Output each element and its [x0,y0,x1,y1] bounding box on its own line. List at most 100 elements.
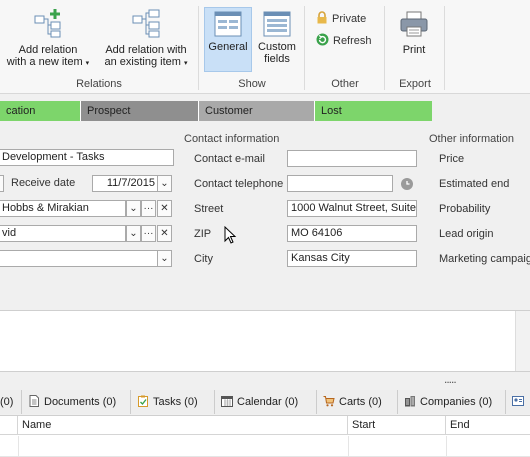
splitter-grip-icon[interactable]: ..... [444,373,457,385]
dropdown-arrow-icon: ▾ [85,60,90,67]
city-label: City [194,253,213,265]
tab-contacts-partial[interactable] [506,390,530,414]
tab-partial-label: (0) [0,396,14,408]
ribbon-separator [304,6,305,90]
contact-more-button[interactable]: ··· [141,225,156,242]
contact-telephone-label: Contact telephone [194,178,284,190]
ribbon-separator [198,6,199,90]
date-dropdown-button[interactable]: ⌄ [157,175,172,192]
private-button[interactable]: Private [316,11,366,25]
chevron-down-icon: ⌄ [129,228,138,239]
refresh-button[interactable]: Refresh [316,33,372,47]
stage-customer[interactable]: Customer [198,101,314,121]
grid-cell-divider [446,436,447,456]
select-dropdown-button[interactable]: ⌄ [157,250,172,267]
grid-cell-divider [18,436,19,456]
general-button[interactable]: General [204,7,252,72]
grid-header-start[interactable]: Start [348,416,446,435]
stage-qualification[interactable]: cation [0,101,80,121]
tab-carts-label: Carts (0) [339,396,382,408]
add-relation-existing-label-2-text: an existing item [104,56,181,68]
cart-icon [323,396,335,407]
contact-info-header: Contact information [184,133,280,145]
dropdown-arrow-icon: ▾ [183,60,188,67]
group-label-export: Export [399,78,431,90]
zip-input[interactable]: MO 64106 [287,225,417,242]
tab-partial[interactable]: (0) [0,390,22,414]
marketing-campaign-label: Marketing campaign [439,253,530,265]
document-icon [29,395,39,407]
contact-clear-button[interactable]: ✕ [157,225,172,242]
contact-person-input[interactable]: vid [0,225,126,242]
add-relation-new-button[interactable]: Add relation with a new item ▾ [2,8,94,72]
add-relation-new-label-2-text: with a new item [6,56,83,68]
print-label: Print [402,44,426,56]
tab-tasks[interactable]: Tasks (0) [131,390,215,414]
custom-fields-label-2: fields [264,53,290,65]
add-relation-existing-button[interactable]: Add relation with an existing item ▾ [100,8,192,72]
tab-calendar-label: Calendar (0) [237,396,299,408]
contact-card-icon [512,396,524,406]
contact-dropdown-button[interactable]: ⌄ [126,225,141,242]
tab-calendar[interactable]: Calendar (0) [215,390,317,414]
city-input[interactable]: Kansas City [287,250,417,267]
vertical-scrollbar[interactable] [515,311,530,371]
custom-fields-icon [263,11,291,37]
grid-header-end[interactable]: End [446,416,530,435]
related-items-grid: Name Start End [0,415,530,457]
lock-icon [317,11,327,24]
clock-icon[interactable] [401,178,413,190]
grid-cell-divider [348,436,349,456]
zip-label: ZIP [194,228,212,240]
general-label: General [208,41,248,53]
related-tabs-bar: (0) Documents (0) Tasks (0) Calendar (0)… [0,390,530,414]
empty-select-input[interactable] [0,250,158,267]
companies-icon [405,396,415,407]
printer-icon [400,11,428,37]
estimated-end-label: Estimated end [439,178,510,190]
chevron-down-icon: ⌄ [160,253,169,264]
tab-documents[interactable]: Documents (0) [22,390,131,414]
detail-form: Development - Tasks Receive date 11/7/20… [0,122,530,310]
print-button[interactable]: Print [390,8,438,72]
ribbon-separator [384,6,385,90]
stage-lost[interactable]: Lost [314,101,432,121]
close-icon: ✕ [160,228,169,239]
add-relation-new-label-1: Add relation [18,44,78,56]
street-input[interactable]: 1000 Walnut Street, Suite [287,200,417,217]
add-relation-existing-label-2: an existing item ▾ [100,56,192,70]
company-input[interactable]: Hobbs & Mirakian [0,200,126,217]
grid-header-name[interactable]: Name [18,416,348,435]
custom-fields-button[interactable]: Custom fields [254,8,300,72]
ellipsis-icon: ··· [143,203,154,214]
subject-input[interactable]: Development - Tasks [0,149,174,166]
add-relation-existing-icon [132,9,160,38]
tab-carts[interactable]: Carts (0) [317,390,398,414]
tab-companies[interactable]: Companies (0) [398,390,506,414]
stage-bar: cation Prospect Customer Lost [0,101,432,121]
company-clear-button[interactable]: ✕ [157,200,172,217]
group-label-show: Show [238,78,266,90]
custom-fields-label-1: Custom [258,41,296,53]
contact-email-input[interactable] [287,150,417,167]
mouse-cursor-icon [224,226,237,244]
tab-documents-label: Documents (0) [44,396,117,408]
receive-date-checkbox[interactable] [0,175,4,192]
probability-label: Probability [439,203,491,215]
calendar-icon [221,396,233,407]
company-dropdown-button[interactable]: ⌄ [126,200,141,217]
contact-telephone-input[interactable] [287,175,393,192]
table-row[interactable] [0,436,530,457]
group-label-relations: Relations [76,78,122,90]
company-more-button[interactable]: ··· [141,200,156,217]
street-label: Street [194,203,224,215]
ribbon-separator [444,6,445,90]
receive-date-input[interactable]: 11/7/2015 [92,175,158,192]
close-icon: ✕ [160,203,169,214]
notes-area[interactable] [0,310,530,372]
group-label-other: Other [331,78,359,90]
price-label: Price [439,153,465,165]
add-relation-existing-label-1: Add relation with [105,44,187,56]
general-view-icon [214,11,242,37]
stage-prospect[interactable]: Prospect [80,101,198,121]
